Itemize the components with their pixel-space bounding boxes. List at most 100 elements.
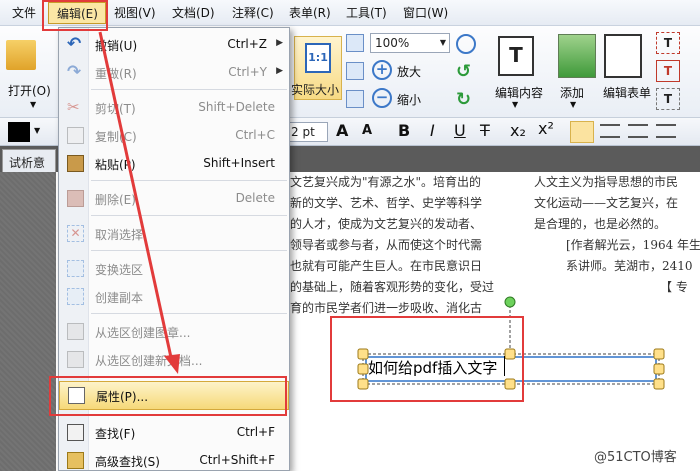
menu-item-label: 查找(F) xyxy=(95,427,136,441)
fit-width-icon[interactable] xyxy=(346,62,364,80)
edit-form-label[interactable]: 编辑表单 xyxy=(603,84,651,101)
font-size-value: 2 pt xyxy=(291,125,315,139)
menu-file[interactable]: 文件 xyxy=(12,4,36,21)
menu-separator xyxy=(91,215,287,216)
edit-content-label[interactable]: 编辑内容 xyxy=(495,84,543,101)
menu-item-label: 删除(E) xyxy=(95,193,136,207)
text-line: [作者解光云，1964 年生 xyxy=(566,238,700,252)
zoom-out-icon[interactable]: − xyxy=(372,88,392,108)
zoom-in-label[interactable]: 放大 xyxy=(397,63,421,80)
menu-item-shortcut: Ctrl+Shift+F xyxy=(199,453,275,467)
align-justify-icon[interactable] xyxy=(656,124,676,138)
menu-item-label: 粘贴(P) xyxy=(95,158,136,172)
zoom-select[interactable]: 100% ▼ xyxy=(370,33,450,53)
menu-item-transform-selection[interactable]: 变换选区 xyxy=(59,255,289,282)
undo-icon: ↶ xyxy=(67,34,82,54)
zoom-dropdown-icon: ▼ xyxy=(439,38,446,47)
menu-item-delete[interactable]: 删除(E) Delete xyxy=(59,185,289,212)
menu-item-label: 撤销(U) xyxy=(95,39,138,53)
transform-icon xyxy=(67,260,84,277)
menu-separator xyxy=(91,89,287,90)
resize-handle[interactable] xyxy=(653,378,665,390)
menu-item-advanced-find[interactable]: 高级查找(S) Ctrl+Shift+F xyxy=(59,447,289,471)
font-size-input[interactable]: 2 pt xyxy=(288,122,328,142)
menu-item-shortcut: Ctrl+Z xyxy=(227,37,267,51)
edit-content-dropdown-icon[interactable]: ▼ xyxy=(512,100,518,109)
menu-item-label: 高级查找(S) xyxy=(95,455,160,469)
text-line: 文化运动——文艺复兴，在 xyxy=(534,196,679,210)
menu-document[interactable]: 文档(D) xyxy=(172,4,215,21)
text-line: 新的文学、艺术、哲学、史学等科学 xyxy=(290,196,483,210)
menu-separator xyxy=(91,180,287,181)
resize-handle[interactable] xyxy=(653,348,665,360)
menu-item-shortcut: Delete xyxy=(235,191,275,205)
rotate-handle[interactable] xyxy=(504,296,516,308)
edit-content-icon[interactable]: T xyxy=(498,36,534,76)
text-line: 文艺复兴成为"有源之水"。培育出的 xyxy=(290,175,482,189)
add-image-icon[interactable] xyxy=(558,34,596,78)
highlight-properties-item xyxy=(49,376,287,416)
zoom-out-label[interactable]: 缩小 xyxy=(397,91,421,108)
menu-item-label: 从选区创建新文档... xyxy=(95,354,203,368)
align-center-icon[interactable] xyxy=(600,124,620,138)
copy-icon xyxy=(67,127,84,144)
menu-form[interactable]: 表单(R) xyxy=(289,4,331,21)
menu-view[interactable]: 视图(V) xyxy=(114,4,156,21)
fit-visible-icon[interactable] xyxy=(346,90,364,108)
fit-page-icon[interactable] xyxy=(346,34,364,52)
stamp-icon xyxy=(67,323,84,340)
zoom-in-icon[interactable]: + xyxy=(372,60,392,80)
menu-item-copy[interactable]: 复制(C) Ctrl+C xyxy=(59,122,289,149)
edit-form-icon[interactable] xyxy=(604,34,642,78)
document-tab[interactable]: 试析意 xyxy=(2,149,56,172)
grow-font-icon[interactable]: A xyxy=(336,121,348,140)
redo-icon: ↷ xyxy=(67,62,82,82)
magnifier-icon[interactable] xyxy=(456,34,476,54)
underline-icon[interactable]: U xyxy=(454,121,466,140)
shrink-font-icon[interactable]: A xyxy=(362,123,372,138)
subscript-icon[interactable]: x₂ xyxy=(510,121,526,140)
resize-handle[interactable] xyxy=(653,363,665,375)
bold-icon[interactable]: B xyxy=(398,121,410,140)
rotate-left-icon[interactable]: ↺ xyxy=(456,62,476,82)
text-box-tool-icon[interactable]: T xyxy=(656,32,680,54)
menu-item-create-stamp[interactable]: 从选区创建图章... xyxy=(59,318,289,345)
menu-tools[interactable]: 工具(T) xyxy=(346,4,387,21)
add-label[interactable]: 添加 xyxy=(560,84,584,101)
align-left-icon[interactable] xyxy=(570,121,594,143)
superscript-icon[interactable]: x² xyxy=(538,119,554,138)
scissors-icon: ✂ xyxy=(67,98,80,116)
menu-item-deselect[interactable]: ✕ 取消选择 xyxy=(59,220,289,247)
menu-item-cut[interactable]: ✂ 剪切(T) Shift+Delete xyxy=(59,94,289,121)
callout-tool-icon[interactable]: T xyxy=(656,88,680,110)
rotate-right-icon[interactable]: ↻ xyxy=(456,90,476,110)
align-right-icon[interactable] xyxy=(628,124,648,138)
actual-size-button[interactable]: 1:1 实际大小 xyxy=(291,36,342,100)
open-folder-icon[interactable] xyxy=(6,40,36,70)
open-dropdown-icon[interactable]: ▼ xyxy=(30,100,36,109)
add-dropdown-icon[interactable]: ▼ xyxy=(570,100,576,109)
text-line: 人文主义为指导思想的市民 xyxy=(534,175,679,189)
text-line: 也就有可能产生巨人。在市民意识日 xyxy=(290,259,483,273)
text-line: 领导者或参与者，从而使这个时代需 xyxy=(290,238,483,252)
color-swatch[interactable] xyxy=(8,122,30,142)
menu-item-paste[interactable]: 粘贴(P) Shift+Insert xyxy=(59,150,289,177)
document-margin xyxy=(0,172,56,471)
menu-item-create-new-document[interactable]: 从选区创建新文档... xyxy=(59,346,289,373)
highlight-text-box xyxy=(330,316,524,402)
advanced-find-icon xyxy=(67,452,84,469)
menu-item-find[interactable]: 查找(F) Ctrl+F xyxy=(59,419,289,446)
typewriter-tool-icon[interactable]: T xyxy=(656,60,680,82)
menu-item-shortcut: Shift+Insert xyxy=(203,156,275,170)
open-button-label[interactable]: 打开(O) xyxy=(8,82,51,99)
menu-item-redo[interactable]: ↷ 重做(R) Ctrl+Y ▶ xyxy=(59,59,289,86)
menu-comment[interactable]: 注释(C) xyxy=(232,4,274,21)
strikethrough-icon[interactable]: T xyxy=(480,121,490,140)
color-dropdown-icon[interactable]: ▼ xyxy=(34,126,40,135)
highlight-edit-menu xyxy=(42,0,108,31)
italic-icon[interactable]: I xyxy=(430,121,435,140)
menu-window[interactable]: 窗口(W) xyxy=(403,4,448,21)
menu-item-undo[interactable]: ↶ 撤销(U) Ctrl+Z ▶ xyxy=(59,31,289,58)
menu-item-create-copy[interactable]: 创建副本 xyxy=(59,283,289,310)
menu-item-shortcut: Ctrl+C xyxy=(235,128,275,142)
